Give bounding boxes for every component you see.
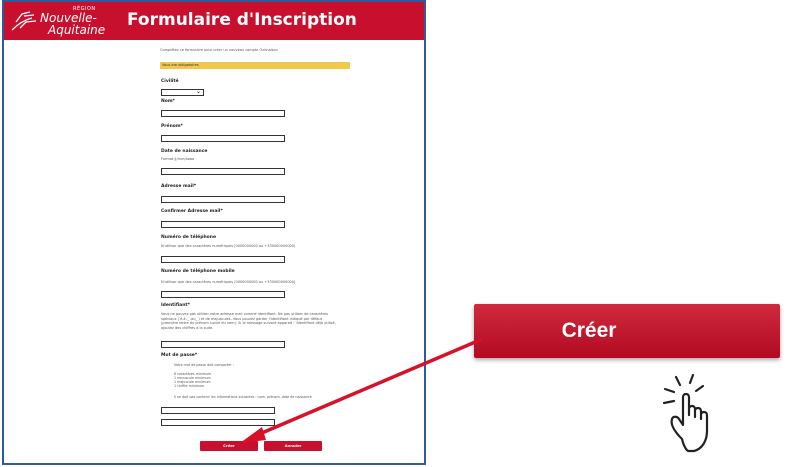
create-button-callout-label: Créer — [561, 319, 617, 342]
mobile-label: Numéro de téléphone mobile — [161, 269, 235, 274]
civilite-select[interactable]: ⌄ — [161, 88, 204, 96]
password-label: Mot de passe* — [161, 353, 198, 358]
phone-hint: N'utiliser que des caractères numériques… — [161, 244, 296, 248]
prenom-input[interactable] — [161, 135, 285, 142]
identifiant-hint: Vous ne pouvez pas utiliser votre adress… — [161, 312, 336, 330]
prenom-label: Prénom* — [161, 124, 183, 129]
region-logo-icon — [11, 11, 37, 31]
phone-label: Numéro de téléphone — [161, 235, 216, 240]
form-intro: Complétez ce formulaire pour créer un no… — [160, 48, 278, 52]
mobile-hint: N'utiliser que des caractères numériques… — [161, 280, 296, 284]
password-intro: Votre mot de passe doit comporter : — [174, 363, 234, 367]
email-confirm-label: Confirmer Adresse mail* — [161, 209, 223, 214]
phone-input[interactable] — [161, 256, 285, 263]
chevron-down-icon: ⌄ — [195, 88, 201, 95]
page-header: RÉGION Nouvelle- Aquitaine Formulaire d'… — [4, 2, 424, 40]
naissance-label: Date de naissance — [161, 149, 208, 154]
tap-hand-icon — [662, 373, 709, 453]
password-confirm-input[interactable] — [161, 419, 275, 426]
password-input[interactable] — [161, 407, 275, 414]
form-screenshot-frame: RÉGION Nouvelle- Aquitaine Formulaire d'… — [2, 0, 426, 465]
email-input[interactable] — [161, 196, 285, 203]
mobile-input[interactable] — [161, 291, 285, 298]
naissance-input[interactable] — [161, 168, 285, 175]
naissance-hint: Format jj/mm/aaaa — [161, 157, 195, 161]
nom-label: Nom* — [161, 99, 175, 104]
nom-input[interactable] — [161, 110, 285, 117]
password-rule: 1 chiffre minimum — [174, 384, 205, 388]
create-button[interactable]: Créer — [200, 441, 258, 451]
logo-line-2: Aquitaine — [48, 23, 106, 37]
identifiant-input[interactable] — [161, 341, 285, 348]
required-notice: Vous are obligatoires — [160, 62, 350, 69]
cancel-button[interactable]: Annuler — [264, 441, 322, 451]
email-confirm-input[interactable] — [161, 221, 285, 228]
email-label: Adresse mail* — [161, 184, 197, 189]
civilite-label: Civilité — [161, 79, 179, 84]
create-button-callout[interactable]: Créer — [474, 304, 780, 358]
password-note: Il ne doit pas contenir les informations… — [174, 395, 312, 399]
page-title: Formulaire d'Inscription — [127, 10, 357, 30]
identifiant-label: Identifiant* — [161, 303, 190, 308]
region-logo: RÉGION Nouvelle- Aquitaine — [10, 6, 110, 37]
